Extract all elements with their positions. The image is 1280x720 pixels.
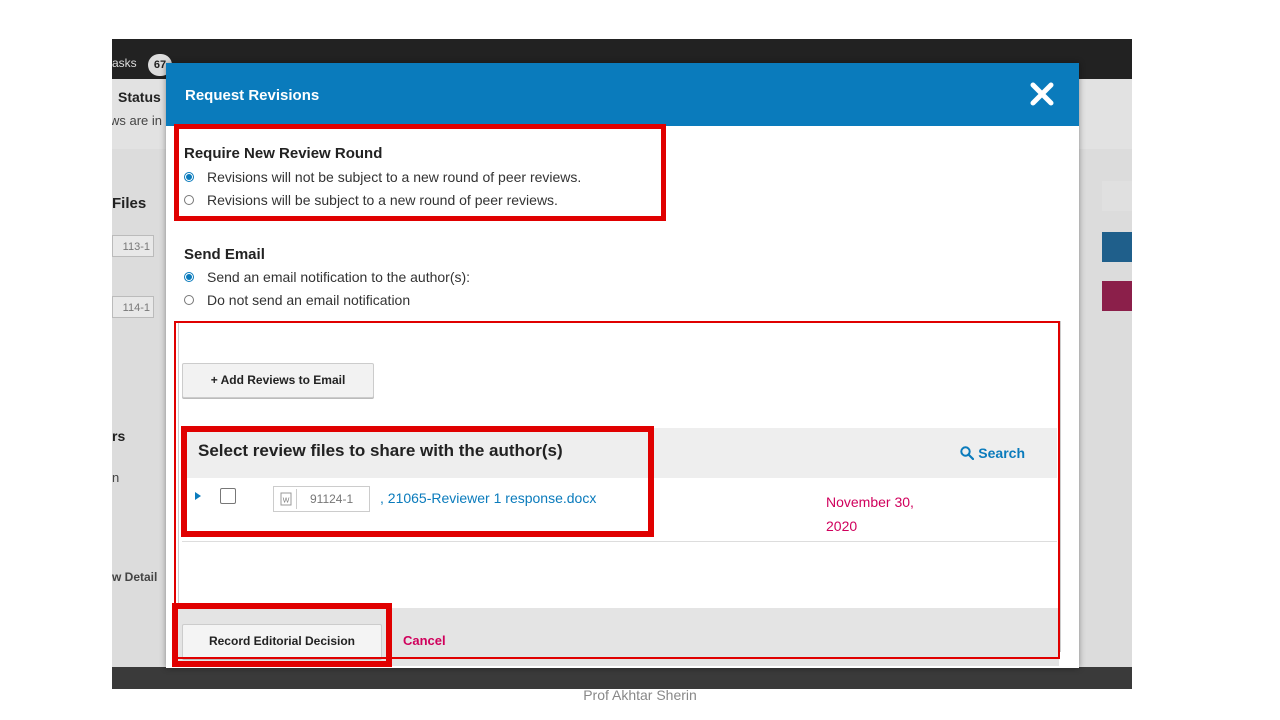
review-round-heading: Require New Review Round [184, 145, 383, 162]
file-chip: 114-1 [112, 296, 154, 318]
radio-label: Do not send an email notification [207, 292, 411, 308]
send-email-option-none[interactable]: Do not send an email notification [184, 292, 410, 308]
expand-arrow-icon[interactable] [195, 492, 201, 500]
file-id-badge: W 91124-1 [273, 486, 370, 512]
right-button-blue [1102, 232, 1132, 262]
file-date: November 30, 2020 [826, 494, 914, 534]
files-label: Files [112, 195, 147, 212]
cancel-link[interactable]: Cancel [403, 633, 446, 648]
radio-label: Revisions will not be subject to a new r… [207, 169, 582, 185]
document-icon: W [280, 489, 297, 509]
send-email-heading: Send Email [184, 246, 265, 263]
table-row: W 91124-1 , 21065-Reviewer 1 response.do… [182, 478, 1057, 542]
request-revisions-modal: Request Revisions Require New Review Rou… [166, 63, 1079, 668]
right-button-red [1102, 281, 1132, 311]
reviewers-label: rs [112, 428, 126, 444]
tasks-label: asks [112, 56, 137, 70]
radio-button[interactable] [184, 195, 194, 205]
modal-title: Request Revisions [185, 87, 320, 104]
file-name-link[interactable]: , 21065-Reviewer 1 response.docx [380, 490, 596, 506]
review-round-option-new-round[interactable]: Revisions will be subject to a new round… [184, 192, 558, 208]
record-editorial-decision-button[interactable]: Record Editorial Decision [182, 624, 382, 659]
watermark: Prof Akhtar Sherin [583, 687, 697, 703]
background-footer [112, 667, 1132, 689]
radio-button[interactable] [184, 295, 194, 305]
file-id: 91124-1 [310, 492, 354, 506]
view-details-link: w Detail [112, 570, 158, 584]
file-select-checkbox[interactable] [220, 488, 236, 504]
review-files-title: Select review files to share with the au… [198, 441, 563, 460]
review-files-header: Select review files to share with the au… [182, 428, 1057, 478]
radio-button-selected[interactable] [184, 172, 194, 182]
radio-button-selected[interactable] [184, 272, 194, 282]
reviewer-text: n [112, 470, 120, 485]
send-email-option-send[interactable]: Send an email notification to the author… [184, 269, 470, 285]
search-label: Search [978, 445, 1025, 461]
svg-text:W: W [283, 498, 290, 505]
search-icon [960, 446, 975, 461]
modal-header: Request Revisions [166, 63, 1079, 126]
file-chip: 113-1 [112, 235, 154, 257]
radio-label: Revisions will be subject to a new round… [207, 192, 558, 208]
radio-label: Send an email notification to the author… [207, 269, 471, 285]
close-icon[interactable] [1029, 81, 1055, 107]
status-subtext: ws are in [112, 113, 163, 128]
search-link[interactable]: Search [960, 445, 1025, 461]
review-round-option-no-new-round[interactable]: Revisions will not be subject to a new r… [184, 169, 581, 185]
status-label: Status [118, 89, 161, 105]
right-field [1102, 181, 1132, 211]
add-reviews-to-email-button[interactable]: + Add Reviews to Email [182, 363, 374, 398]
